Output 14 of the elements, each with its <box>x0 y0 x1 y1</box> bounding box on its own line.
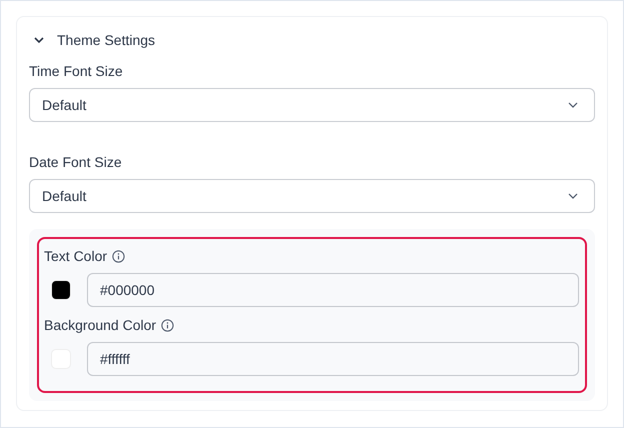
field-label: Date Font Size <box>29 154 122 170</box>
select-dropdown[interactable]: Default <box>29 88 595 122</box>
chevron-down-icon <box>568 100 578 110</box>
select-dropdown[interactable]: Default <box>29 179 595 213</box>
field-label: Background Color <box>44 317 156 333</box>
info-icon[interactable] <box>112 250 126 262</box>
field-label: Text Color <box>44 248 108 264</box>
color-swatch[interactable] <box>51 280 71 300</box>
field-label: Time Font Size <box>29 63 123 79</box>
info-icon[interactable] <box>161 318 174 332</box>
input-field[interactable]: #000000 <box>87 273 579 307</box>
section-toggle[interactable]: Theme Settings <box>29 29 595 51</box>
input-field[interactable]: #ffffff <box>87 342 579 376</box>
chevron-down-icon <box>568 191 578 201</box>
